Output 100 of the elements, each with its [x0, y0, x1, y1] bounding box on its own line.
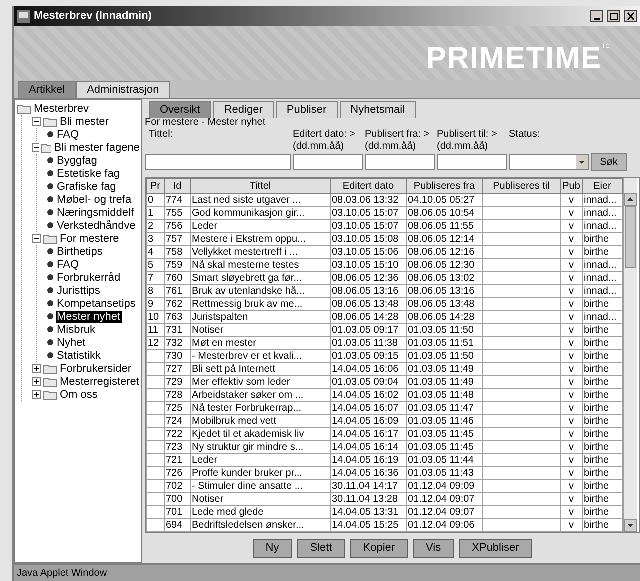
folder-icon — [43, 376, 57, 386]
tree-item[interactable]: Bli mester fagene — [53, 142, 141, 154]
tree-item[interactable]: Mesterbrev — [33, 102, 90, 114]
title-input-field[interactable] — [145, 154, 291, 170]
table-cell — [146, 362, 164, 376]
tree-item[interactable]: Om oss — [59, 388, 99, 400]
table-cell: Smart sløyebrett ga før... — [190, 272, 330, 284]
collapse-icon[interactable] — [32, 143, 39, 152]
table-cell: 01.12.04 09:09 — [406, 480, 482, 492]
table-cell: 01.03.05 09:15 — [330, 350, 406, 362]
column-header[interactable]: Eier — [582, 178, 622, 194]
table-cell: 761 — [164, 284, 190, 298]
scroll-thumb[interactable] — [625, 206, 636, 268]
tree-item[interactable]: FAQ — [56, 258, 80, 270]
tab[interactable]: Oversikt — [149, 101, 212, 118]
table-cell: 03.10.05 15:07 — [330, 206, 406, 220]
close-icon[interactable] — [624, 10, 637, 22]
tree-item[interactable]: FAQ — [56, 128, 80, 140]
table-cell: 01.03.05 11:49 — [406, 376, 482, 388]
column-header[interactable]: Id — [164, 178, 190, 194]
table-cell: 08.06.05 13:16 — [330, 284, 406, 298]
caret-icon — [576, 155, 588, 169]
expand-icon[interactable] — [32, 364, 41, 373]
table-cell: Bedriftsledelsen ønsker... — [190, 518, 330, 532]
tab[interactable]: Rediger — [213, 101, 274, 118]
table-cell — [146, 492, 164, 506]
tab[interactable]: Administrasjon — [76, 81, 170, 98]
table-cell — [146, 350, 164, 362]
table-cell: 1 — [146, 206, 164, 220]
tree-item[interactable]: Møbel- og trefa — [56, 194, 133, 206]
input-field[interactable] — [293, 154, 363, 170]
column-header[interactable]: Tittel — [190, 178, 330, 194]
folder-icon — [43, 116, 57, 126]
tree-item[interactable]: Statistikk — [56, 350, 102, 362]
tree-item[interactable]: Birthetips — [56, 246, 104, 258]
column-header[interactable]: Pr — [146, 178, 164, 194]
scrollbar[interactable] — [623, 178, 637, 532]
tree-item[interactable]: Forbrukerråd — [56, 272, 122, 284]
bullet-icon — [47, 131, 54, 138]
column-header[interactable]: Editert dato — [330, 178, 406, 194]
input-field[interactable] — [365, 154, 435, 170]
bullet-icon — [47, 313, 54, 320]
collapse-icon[interactable] — [32, 234, 41, 243]
tree-item[interactable]: Mester nyhet — [56, 310, 122, 322]
table-cell: 701 — [164, 506, 190, 518]
tree-item[interactable]: Juristtips — [56, 284, 102, 296]
expand-icon[interactable] — [32, 377, 41, 386]
tree-item[interactable]: Bli mester — [59, 116, 110, 128]
table-cell: 01.03.05 11:49 — [406, 362, 482, 376]
table-cell: v — [560, 310, 582, 324]
input-field[interactable] — [437, 154, 507, 170]
collapse-icon[interactable] — [32, 117, 41, 126]
table-cell: Mobilbruk med vett — [190, 414, 330, 428]
table-cell: 01.03.05 11:38 — [330, 336, 406, 350]
logo: PRIMETIME — [426, 44, 602, 74]
table-cell: Notiser — [190, 492, 330, 506]
expand-icon[interactable] — [32, 390, 41, 399]
table-cell: 01.03.05 11:46 — [406, 414, 482, 428]
tab[interactable]: Nyhetsmail — [340, 101, 416, 118]
table-cell: 08.06.05 12:14 — [406, 232, 482, 246]
maximize-icon[interactable] — [607, 10, 620, 22]
bullet-icon — [47, 157, 54, 164]
action-button[interactable]: Kopier — [350, 538, 408, 558]
scroll-down-icon[interactable] — [624, 519, 637, 532]
tree-item[interactable]: Verkstedhåndve — [56, 220, 137, 232]
table-cell: Last ned siste utgaver ... — [190, 194, 330, 206]
action-button[interactable]: XPubliser — [459, 538, 532, 558]
table-cell: Notiser — [190, 324, 330, 336]
tree-item[interactable]: Byggfag — [56, 154, 98, 166]
folder-icon — [43, 234, 57, 244]
action-button[interactable]: Vis — [413, 538, 454, 558]
status-dropdown[interactable] — [509, 154, 589, 170]
tree-item[interactable]: Misbruk — [56, 324, 97, 336]
column-header[interactable]: Publiseres fra — [406, 178, 482, 194]
table-cell: 724 — [164, 414, 190, 428]
table-cell: 14.04.05 16:07 — [330, 402, 406, 414]
scroll-up-icon[interactable] — [624, 193, 637, 206]
column-header[interactable]: Publiseres til — [482, 178, 560, 194]
tree-item[interactable]: Kompetansetips — [56, 298, 137, 310]
action-button[interactable]: Slett — [297, 538, 346, 558]
tree-item[interactable]: Estetiske fag — [56, 168, 121, 180]
tree-item[interactable]: Næringsmiddelf — [56, 206, 136, 218]
minimize-icon[interactable] — [590, 10, 603, 22]
tree-item[interactable]: Nyhet — [56, 336, 87, 348]
table-cell: Nå tester Forbrukerrap... — [190, 402, 330, 414]
tree-item[interactable]: For mestere — [59, 232, 120, 244]
tab[interactable]: Artikkel — [18, 81, 76, 98]
tree-item[interactable]: Grafiske fag — [56, 180, 118, 192]
search-button[interactable]: Søk — [591, 153, 627, 171]
table-cell: 722 — [164, 428, 190, 440]
bullet-icon — [47, 196, 54, 203]
table-cell: 01.03.05 11:44 — [406, 454, 482, 466]
tab[interactable]: Publiser — [276, 101, 338, 118]
column-header[interactable]: Pub — [560, 178, 582, 194]
action-button[interactable]: Ny — [252, 538, 292, 558]
table-cell: 14.04.05 15:25 — [330, 518, 406, 532]
table-cell: 01.03.05 11:45 — [406, 428, 482, 440]
tree-item[interactable]: Forbrukersider — [59, 362, 133, 374]
tree-item[interactable]: Mesterregisteret — [59, 376, 140, 388]
table-cell: 08.06.05 13:16 — [406, 284, 482, 298]
